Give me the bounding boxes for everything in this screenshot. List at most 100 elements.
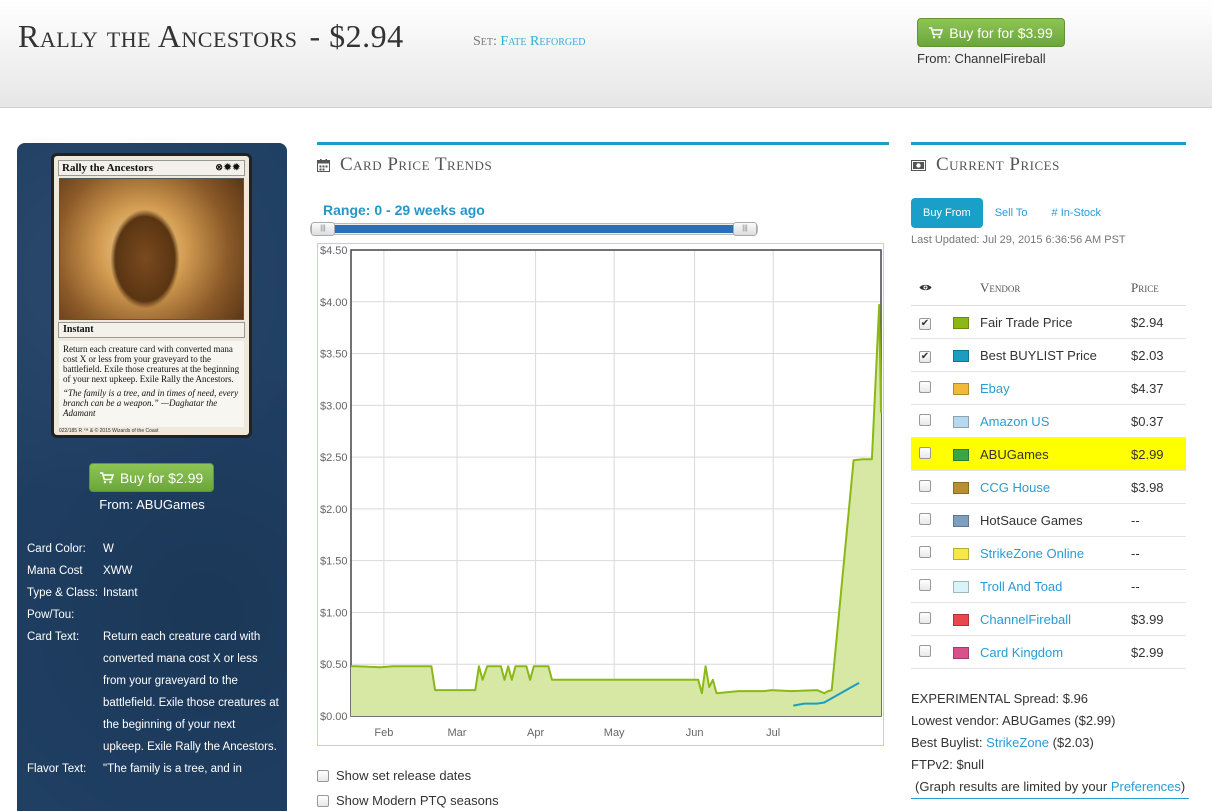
vendor-visibility-checkbox[interactable] (919, 446, 931, 459)
vendor-link[interactable]: Troll And Toad (980, 579, 1131, 594)
card-info-panel: Rally the Ancestors ⊗✹✹ Instant Return e… (17, 143, 287, 811)
vendor-visibility-checkbox[interactable] (919, 380, 931, 393)
card-details: Card Color: W Mana Cost XWW Type & Class: I… (27, 538, 279, 780)
vendor-visibility-checkbox[interactable]: ✔ (919, 351, 931, 363)
vendor-checkbox-cell: ✔ (911, 314, 953, 330)
preferences-link[interactable]: Preferences (1111, 779, 1181, 794)
vendor-name: ABUGames (980, 446, 1049, 462)
range-slider[interactable]: ||| ||| (310, 222, 758, 236)
range-slider-start-handle[interactable]: ||| (311, 222, 335, 236)
detail-row: Mana Cost XWW (27, 560, 279, 582)
vendor-color-swatch (953, 449, 969, 462)
vendor-checkbox-cell (911, 545, 953, 561)
vendor-visibility-checkbox[interactable] (919, 644, 931, 657)
vendor-swatch-cell (953, 414, 980, 429)
set-info: Set: Fate Reforged (473, 34, 585, 50)
detail-row: Flavor Text: "The family is a tree, and i… (27, 758, 279, 780)
plot-border (350, 249, 882, 717)
vendor-link[interactable]: CCG House (980, 480, 1131, 495)
vendor-visibility-checkbox[interactable]: ✔ (919, 318, 931, 330)
release-dates-label: Show set release dates (336, 768, 472, 783)
shopping-cart-icon (99, 471, 114, 483)
x-tick-label: Apr (527, 727, 544, 739)
release-dates-toggle[interactable]: Show set release dates (317, 768, 471, 783)
vendor-visibility-checkbox[interactable] (919, 512, 931, 525)
price-chart-svg: $0.00 $0.50 $1.00 $1.50 $2.00 $2.50 $3.00 $3.50… (320, 245, 882, 739)
x-tick-label: Mar (448, 727, 467, 739)
ptq-seasons-toggle[interactable]: Show Modern PTQ seasons (317, 793, 499, 808)
vendor-swatch-cell (953, 513, 980, 528)
preferences-note-prefix: (Graph results are limited by your (915, 779, 1108, 794)
vendor-checkbox-cell (911, 446, 953, 462)
vendor-row: HotSauce Games -- (911, 504, 1186, 537)
vendor-checkbox-cell: ✔ (911, 347, 953, 363)
buy-channelfireball-button[interactable]: Buy for for $3.99 (917, 18, 1065, 47)
price-tabs: Buy From Sell To # In-Stock (911, 198, 1113, 228)
release-dates-checkbox[interactable] (317, 769, 329, 782)
vendor-color-swatch (953, 482, 969, 495)
visibility-column (911, 279, 953, 297)
ptq-seasons-checkbox[interactable] (317, 794, 329, 807)
last-updated: Last Updated: Jul 29, 2015 6:36:56 AM PS… (911, 234, 1126, 246)
y-tick-label: $3.50 (320, 349, 348, 361)
range-slider-end-handle[interactable]: ||| (733, 222, 757, 236)
vendor-row: Ebay $4.37 (911, 372, 1186, 405)
vendor-price: $0.37 (1131, 413, 1164, 429)
y-tick-label: $1.50 (320, 556, 348, 568)
buy-abugames-button[interactable]: Buy for $2.99 (89, 463, 214, 492)
vendor-link[interactable]: Amazon US (980, 414, 1131, 429)
x-tick-label: Jun (686, 727, 704, 739)
detail-label: Flavor Text: (27, 763, 87, 775)
best-buylist-text: Best Buylist: StrikeZone ($2.03) (911, 732, 1189, 754)
best-buylist-prefix: Best Buylist: (911, 735, 983, 750)
vendor-price: $2.94 (1131, 314, 1164, 330)
set-prefix: Set: (473, 34, 497, 49)
vendor-checkbox-cell (911, 611, 953, 627)
vendor-row: ✔ Fair Trade Price $2.94 (911, 306, 1186, 339)
vendor-visibility-checkbox[interactable] (919, 479, 931, 492)
card-artwork-figure (110, 209, 180, 309)
vendor-swatch-cell (953, 480, 980, 495)
card-name: Rally the Ancestors (18, 18, 298, 54)
card-image-name-bar: Rally the Ancestors ⊗✹✹ (58, 160, 245, 176)
detail-value (103, 604, 279, 626)
vendor-swatch-cell (953, 612, 980, 627)
y-tick-label: $4.50 (320, 245, 348, 257)
vendor-visibility-checkbox[interactable] (919, 413, 931, 426)
best-buylist-vendor-link[interactable]: StrikeZone (986, 735, 1049, 750)
x-tick-label: May (604, 727, 625, 739)
eye-icon (919, 284, 932, 290)
vendor-price: -- (1131, 578, 1140, 594)
detail-label: Mana Cost (27, 565, 83, 577)
vendor-row: ✔ Best BUYLIST Price $2.03 (911, 339, 1186, 372)
vendor-visibility-checkbox[interactable] (919, 578, 931, 591)
vendor-swatch-cell (953, 579, 980, 594)
vendor-color-swatch (953, 416, 969, 429)
vendor-price: $2.99 (1131, 644, 1164, 660)
y-tick-label: $0.50 (320, 659, 348, 671)
vendor-column-header: Vendor (980, 279, 1021, 295)
price-table: Vendor Price ✔ Fair Trade Price $2.94 ✔ Best… (911, 270, 1186, 669)
vendor-color-swatch (953, 383, 969, 396)
price-table-header: Vendor Price (911, 270, 1186, 306)
card-artwork (59, 178, 244, 320)
vendor-link[interactable]: Ebay (980, 381, 1131, 396)
vendor-link[interactable]: StrikeZone Online (980, 546, 1131, 561)
vendor-swatch-cell (953, 315, 980, 330)
vendor-price: -- (1131, 545, 1140, 561)
vendor-color-swatch (953, 350, 969, 363)
tab-sell-to[interactable]: Sell To (983, 198, 1040, 228)
detail-row: Card Color: W (27, 538, 279, 560)
vendor-visibility-checkbox[interactable] (919, 611, 931, 624)
detail-value: XWW (103, 565, 133, 577)
spread-text: EXPERIMENTAL Spread: $.96 (911, 691, 1089, 706)
vendor-price: $3.98 (1131, 479, 1164, 495)
vendor-link[interactable]: ChannelFireball (980, 612, 1131, 627)
tab-in-stock[interactable]: # In-Stock (1040, 198, 1114, 228)
vendor-link[interactable]: Card Kingdom (980, 645, 1131, 660)
tab-buy-from[interactable]: Buy From (911, 198, 983, 228)
set-link[interactable]: Fate Reforged (500, 34, 585, 49)
vendor-price: $3.99 (1131, 611, 1164, 627)
vendor-visibility-checkbox[interactable] (919, 545, 931, 558)
x-tick-label: Jul (766, 727, 780, 739)
